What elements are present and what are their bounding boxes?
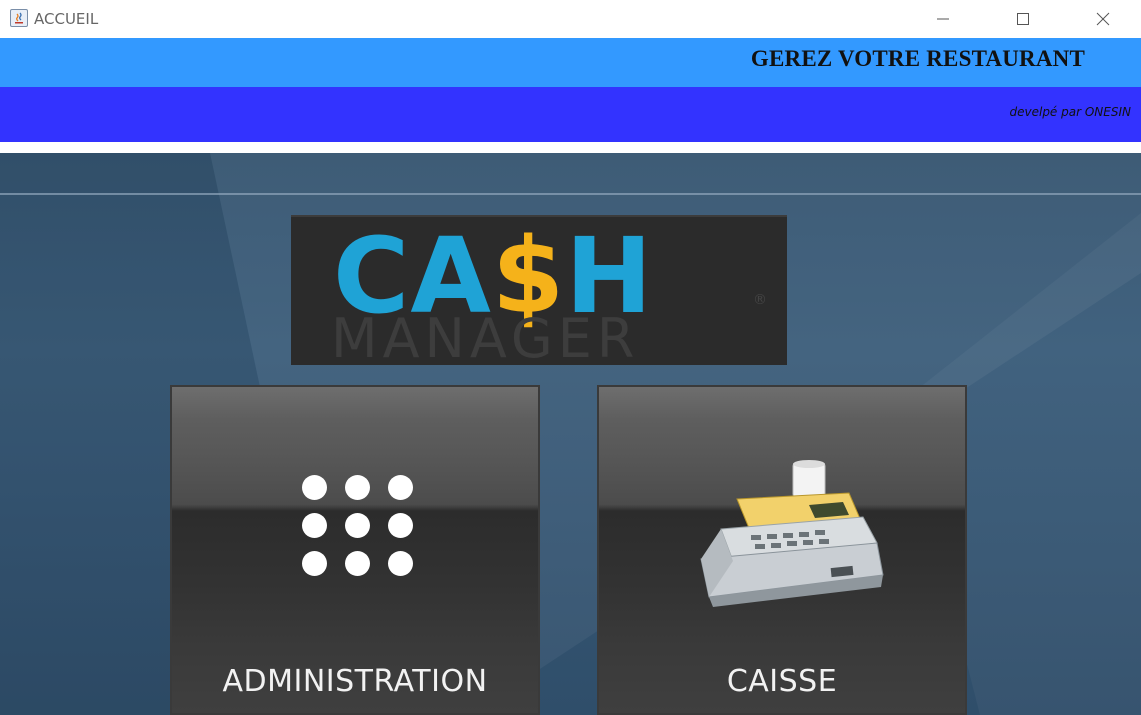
- cash-register-icon: [700, 460, 884, 607]
- maximize-button[interactable]: [1000, 0, 1046, 38]
- window-titlebar: ACCUEIL: [0, 0, 1141, 38]
- caisse-label: CAISSE: [726, 664, 838, 699]
- main-panel: CA$H MANAGER ® ADMINISTRATION CAISSE: [0, 153, 1141, 715]
- caisse-button[interactable]: CAISSE: [597, 385, 967, 715]
- header-banner: GEREZ VOTRE RESTAURANT: [0, 38, 1141, 87]
- close-button[interactable]: [1080, 0, 1126, 38]
- java-app-icon: [10, 9, 28, 27]
- maximize-icon: [1017, 13, 1029, 25]
- header-title: GEREZ VOTRE RESTAURANT: [750, 46, 1085, 71]
- minimize-button[interactable]: [920, 0, 966, 38]
- close-icon: [1096, 12, 1110, 26]
- logo-manager-text: MANAGER: [331, 307, 640, 366]
- administration-button[interactable]: ADMINISTRATION: [170, 385, 540, 715]
- header-subbanner: develpé par ONESIN: [0, 87, 1141, 142]
- dots-grid-icon: [302, 475, 414, 577]
- developer-credit: develpé par ONESIN: [1009, 105, 1132, 119]
- administration-label: ADMINISTRATION: [222, 664, 488, 699]
- logo-registered-mark: ®: [753, 292, 767, 308]
- cash-manager-logo: CA$H MANAGER ®: [291, 215, 787, 365]
- window-title: ACCUEIL: [34, 10, 99, 28]
- minimize-icon: [937, 18, 949, 20]
